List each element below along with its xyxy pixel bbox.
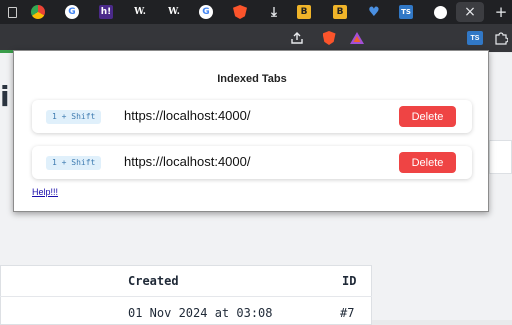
tab-url: https://localhost:4000/ [124,108,251,123]
brave-rewards-icon[interactable] [349,30,365,46]
column-header-created[interactable]: Created [128,274,179,288]
column-header-id[interactable]: ID [342,274,356,288]
tab-url: https://localhost:4000/ [124,154,251,169]
shortcut-badge: 1 + Shift [46,156,102,170]
page-heading: i [0,80,10,113]
side-card [489,140,512,174]
b-site-icon: B [333,5,347,19]
b-site-icon: B [297,5,311,19]
google-icon: G [199,5,213,19]
extensions-puzzle-icon[interactable] [493,30,509,46]
delete-button[interactable]: Delete [399,152,456,173]
tab-brave[interactable] [230,2,250,22]
tab-bookmark[interactable] [2,2,22,22]
tab-strip: G h! W. W. G ⤓ B B ♥ TS × + [0,0,512,24]
share-icon[interactable] [289,30,305,46]
download-icon: ⤓ [271,4,277,20]
tab-download[interactable]: ⤓ [264,2,284,22]
cell-id: #7 [340,306,355,320]
help-link[interactable]: Help!!! [32,187,58,197]
heart-icon: ♥ [368,4,380,20]
new-tab-button[interactable]: + [492,2,510,22]
tab-wikipedia-2[interactable]: W. [164,2,184,22]
tab-wikipedia-1[interactable]: W. [130,2,150,22]
tab-active[interactable]: × [456,2,484,22]
tab-h-site[interactable]: h! [96,2,116,22]
tab-b-site-2[interactable]: B [330,2,350,22]
tab-b-site-1[interactable]: B [294,2,314,22]
google-icon: G [65,5,79,19]
ts-icon: TS [399,5,413,19]
tab-google-2[interactable]: G [196,2,216,22]
shortcut-badge: 1 + Shift [46,110,102,124]
tab-heart[interactable]: ♥ [364,2,384,22]
tab-ts[interactable]: TS [396,2,416,22]
github-icon [433,5,447,19]
popup-title: Indexed Tabs [217,73,287,85]
bookmark-icon [7,6,17,18]
tab-chrome[interactable] [28,2,48,22]
extension-popup: Indexed Tabs 1 + Shift https://localhost… [13,50,489,212]
brave-icon [233,5,247,19]
tab-github[interactable] [430,2,450,22]
brave-shield-icon[interactable] [321,30,337,46]
browser-toolbar: TS [0,24,512,52]
list-item: 1 + Shift https://localhost:4000/ Delete [32,100,472,133]
close-tab-icon[interactable]: × [464,4,476,20]
ts-extension-icon[interactable]: TS [467,31,483,45]
h-site-icon: h! [99,5,113,19]
wikipedia-icon: W. [134,6,146,17]
wikipedia-icon: W. [168,6,180,17]
plus-icon: + [494,3,508,21]
delete-button[interactable]: Delete [399,106,456,127]
list-item: 1 + Shift https://localhost:4000/ Delete [32,146,472,179]
table-divider [0,296,372,297]
cell-created: 01 Nov 2024 at 03:08 [128,306,273,320]
chrome-icon [31,5,45,19]
tab-google-1[interactable]: G [62,2,82,22]
